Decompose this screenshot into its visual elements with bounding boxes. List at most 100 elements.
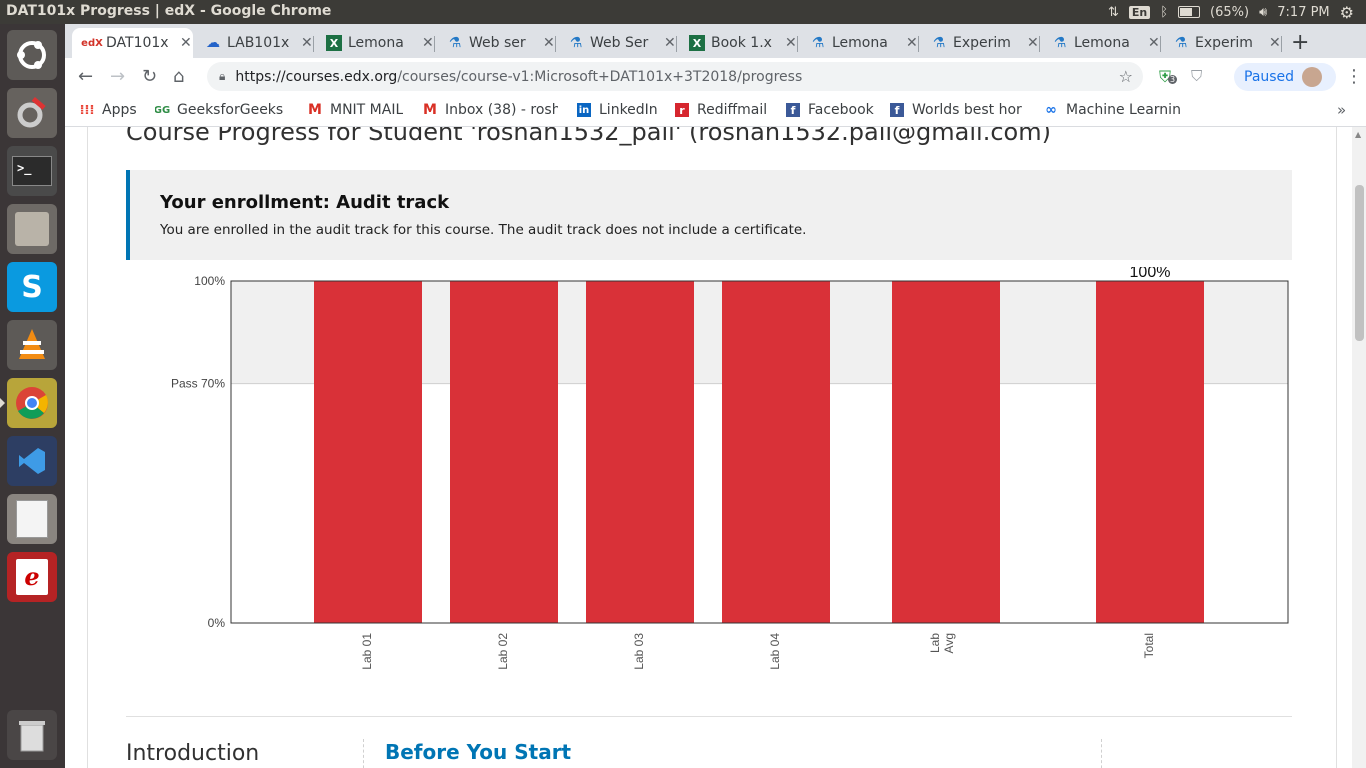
extension-badge: 3 <box>1168 75 1178 84</box>
file-cabinet-icon[interactable] <box>7 204 57 254</box>
tab-web-service-2[interactable]: ⚗ Web Ser ✕ <box>556 28 677 58</box>
close-icon[interactable]: ✕ <box>301 35 313 51</box>
tab-label: Experim <box>1195 35 1253 51</box>
bookmark-label: LinkedIn <box>599 102 658 118</box>
bookmarks-bar: ⁞⁞⁞ Apps GG GeeksforGeeks | M MNIT MAIL M In… <box>65 96 1366 127</box>
chapter-title: Introduction <box>126 741 260 766</box>
skype-icon[interactable]: S <box>7 262 57 312</box>
apps-grid-icon: ⁞⁞⁞ <box>80 102 95 118</box>
bookmarks-overflow-icon[interactable]: » <box>1337 101 1346 119</box>
tab-label: Experim <box>953 35 1011 51</box>
x-tick-label: Lab 02 <box>496 633 510 670</box>
tab-label: Web ser <box>469 35 526 51</box>
column-divider <box>1101 739 1102 768</box>
url-host: https://courses.edx.org <box>235 68 398 85</box>
network-icon[interactable]: ⇅ <box>1108 5 1119 20</box>
bookmark-machine-learning[interactable]: ∞ Machine Learnin <box>1044 102 1182 118</box>
tab-lemonade-2[interactable]: ⚗ Lemona ✕ <box>798 28 919 58</box>
bookmark-label: Facebook <box>808 102 874 118</box>
vscode-icon[interactable] <box>7 436 57 486</box>
x-tick-label: Lab 03 <box>632 633 646 670</box>
new-tab-button[interactable]: + <box>1291 30 1309 55</box>
x-tick-label: Lab 04 <box>768 633 782 670</box>
privacy-badger-icon[interactable]: ⛉ <box>1191 67 1202 85</box>
tab-experiment-2[interactable]: ⚗ Experim ✕ <box>1161 28 1282 58</box>
terminal-icon[interactable]: >_ <box>7 146 57 196</box>
tab-web-service-1[interactable]: ⚗ Web ser ✕ <box>435 28 556 58</box>
tab-label: Lemona <box>348 35 404 51</box>
tab-experiment-1[interactable]: ⚗ Experim ✕ <box>919 28 1040 58</box>
tab-lab101x[interactable]: ☁ LAB101x ✕ <box>193 28 314 58</box>
gmail-icon: M <box>423 102 437 118</box>
facebook-icon: f <box>890 103 904 117</box>
close-icon[interactable]: ✕ <box>906 35 918 51</box>
clock[interactable]: 7:17 PM <box>1277 5 1329 20</box>
volume-icon[interactable]: 🔊︎ <box>1259 5 1267 20</box>
tab-lemonade-1[interactable]: X Lemona ✕ <box>314 28 435 58</box>
flask-icon: ⚗ <box>448 35 462 51</box>
tab-lemonade-3[interactable]: ⚗ Lemona ✕ <box>1040 28 1161 58</box>
forward-arrow-icon[interactable]: → <box>110 66 125 87</box>
power-gear-icon[interactable]: ⚙ <box>1340 3 1354 22</box>
scroll-up-arrow-icon[interactable]: ▲ <box>1355 130 1361 139</box>
close-icon[interactable]: ✕ <box>1269 35 1281 51</box>
subsection-link[interactable]: Before You Start <box>385 740 571 764</box>
edx-icon: edX <box>81 37 103 49</box>
system-settings-icon[interactable] <box>7 88 57 138</box>
vlc-icon[interactable] <box>7 320 57 370</box>
flask-icon: ⚗ <box>811 35 825 51</box>
tab-label: Book 1.x <box>711 35 772 51</box>
tab-strip: edX DAT101x ✕ ☁ LAB101x ✕ X Lemona ✕ ⚗ W… <box>65 24 1366 58</box>
y-tick-label: Pass 70% <box>171 377 225 391</box>
scrollbar-thumb[interactable] <box>1355 185 1364 341</box>
bookmark-geeksforgeeks[interactable]: GG GeeksforGeeks | <box>155 102 287 118</box>
chrome-icon[interactable] <box>0 378 57 428</box>
total-value-label: 100% <box>1130 267 1171 281</box>
keyboard-layout-indicator[interactable]: En <box>1128 5 1151 19</box>
bookmark-worlds-best[interactable]: f Worlds best hor <box>890 102 1027 118</box>
system-tray: ⇅ En ᛒ (65%) 🔊︎ 7:17 PM ⚙ <box>1108 0 1366 24</box>
bookmark-mnit-mail[interactable]: M MNIT MAIL <box>308 102 403 118</box>
pdf-reader-icon[interactable]: ℯ <box>7 552 57 602</box>
tab-label: Lemona <box>1074 35 1130 51</box>
enrollment-description: You are enrolled in the audit track for … <box>160 222 807 238</box>
bookmark-inbox[interactable]: M Inbox (38) - rosh <box>423 102 558 118</box>
close-icon[interactable]: ✕ <box>1148 35 1160 51</box>
battery-icon[interactable] <box>1178 6 1201 18</box>
ubuntu-dash-icon[interactable] <box>7 30 57 80</box>
close-icon[interactable]: ✕ <box>180 35 192 51</box>
bluetooth-icon[interactable]: ᛒ <box>1160 5 1168 20</box>
bookmark-rediffmail[interactable]: r Rediffmail <box>675 102 767 118</box>
chrome-menu-icon[interactable]: ⋮ <box>1345 66 1363 87</box>
page-scrollbar[interactable]: ▲ <box>1352 127 1366 768</box>
browser-window: edX DAT101x ✕ ☁ LAB101x ✕ X Lemona ✕ ⚗ W… <box>65 24 1366 768</box>
bookmark-label: Worlds best hor <box>912 102 1022 118</box>
x-tick-label: Total <box>1142 633 1156 658</box>
bar-lab-avg <box>892 281 1000 623</box>
profile-paused-button[interactable]: Paused <box>1234 63 1336 91</box>
extension-shield-icon[interactable]: ⛨ 3 <box>1159 67 1178 87</box>
cloud-icon: ☁ <box>206 35 220 51</box>
bookmark-facebook[interactable]: f Facebook <box>786 102 874 118</box>
address-bar[interactable]: 🔒︎ https://courses.edx.org/courses/cours… <box>207 62 1143 91</box>
tab-dat101x[interactable]: edX DAT101x ✕ <box>72 28 193 58</box>
back-arrow-icon[interactable]: ← <box>78 66 93 87</box>
bar-lab-03 <box>586 281 694 623</box>
flask-icon: ⚗ <box>1053 35 1067 51</box>
close-icon[interactable]: ✕ <box>543 35 555 51</box>
bookmark-label: Inbox (38) - rosh <box>444 102 558 118</box>
tab-book1[interactable]: X Book 1.x ✕ <box>677 28 798 58</box>
home-icon[interactable]: ⌂ <box>173 66 184 87</box>
lock-icon[interactable]: 🔒︎ <box>219 69 225 84</box>
bookmark-apps[interactable]: ⁞⁞⁞ Apps <box>80 102 137 118</box>
bookmark-linkedin[interactable]: in LinkedIn <box>577 102 658 118</box>
bookmark-star-icon[interactable]: ☆ <box>1119 67 1133 86</box>
bookmark-label: GeeksforGeeks | <box>177 102 287 118</box>
close-icon[interactable]: ✕ <box>1027 35 1039 51</box>
trash-icon[interactable] <box>7 710 57 760</box>
text-editor-icon[interactable] <box>7 494 57 544</box>
close-icon[interactable]: ✕ <box>664 35 676 51</box>
close-icon[interactable]: ✕ <box>785 35 797 51</box>
reload-icon[interactable]: ↻ <box>142 66 157 87</box>
close-icon[interactable]: ✕ <box>422 35 434 51</box>
